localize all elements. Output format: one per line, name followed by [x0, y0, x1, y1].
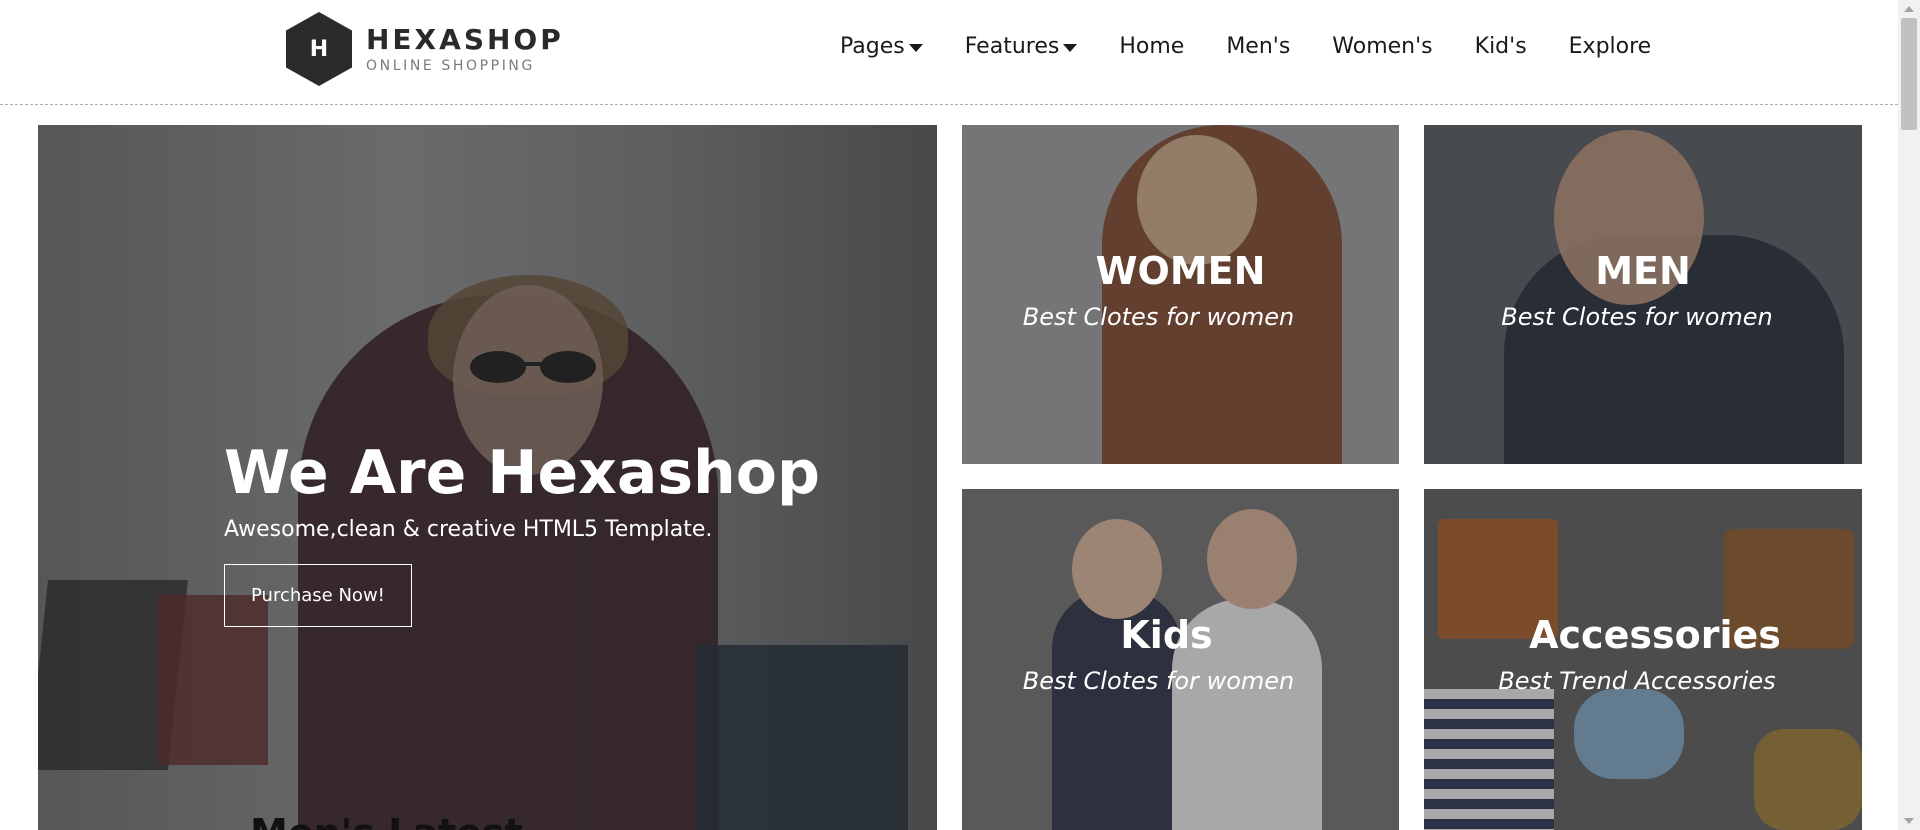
tile-overlay: [1424, 125, 1862, 464]
nav-item-mens[interactable]: Men's: [1226, 34, 1290, 59]
brand-name: HEXASHOP: [366, 23, 564, 56]
nav-item-womens[interactable]: Women's: [1332, 34, 1432, 59]
hero-title: We Are Hexashop: [224, 438, 820, 508]
nav-item-home[interactable]: Home: [1119, 34, 1184, 59]
tile-subtitle: Best Clotes for women: [1022, 667, 1295, 695]
tile-title: Accessories: [1529, 613, 1781, 657]
category-tile-men[interactable]: MEN Best Clotes for women: [1424, 125, 1862, 464]
nav-item-kids[interactable]: Kid's: [1475, 34, 1527, 59]
nav-label: Pages: [840, 34, 905, 59]
nav-item-features[interactable]: Features: [965, 34, 1078, 59]
hero-banner: We Are Hexashop Awesome,clean & creative…: [38, 125, 937, 830]
category-tile-accessories[interactable]: Accessories Best Trend Accessories: [1424, 489, 1862, 830]
scrollbar-thumb[interactable]: [1901, 18, 1917, 130]
scroll-down-arrow-icon[interactable]: [1904, 818, 1914, 824]
nav-label: Home: [1119, 34, 1185, 59]
nav-label: Kid's: [1474, 34, 1527, 59]
category-tile-kids[interactable]: Kids Best Clotes for women: [962, 489, 1399, 830]
page-scrollbar[interactable]: [1898, 0, 1920, 830]
nav-label: Women's: [1332, 34, 1433, 59]
tile-subtitle: Best Clotes for women: [1022, 303, 1295, 331]
tile-overlay: [962, 489, 1399, 830]
scroll-up-arrow-icon[interactable]: [1904, 6, 1914, 12]
logo[interactable]: H HEXASHOP ONLINE SHOPPING: [286, 12, 564, 86]
site-header: H HEXASHOP ONLINE SHOPPING Pages Feature…: [0, 0, 1898, 105]
nav-label: Explore: [1568, 34, 1652, 59]
tile-title: Kids: [1120, 613, 1213, 657]
brand-tagline: ONLINE SHOPPING: [366, 58, 535, 74]
section-heading-peek: Men's Latest: [250, 811, 523, 830]
nav-item-explore[interactable]: Explore: [1569, 34, 1652, 59]
tile-overlay: [962, 125, 1399, 464]
logo-letter: H: [309, 36, 329, 62]
nav-label: Features: [964, 34, 1060, 59]
caret-down-icon: [1063, 43, 1078, 52]
purchase-now-button[interactable]: Purchase Now!: [224, 564, 412, 627]
hexagon-logo-icon: H: [286, 12, 352, 86]
nav-item-pages[interactable]: Pages: [840, 34, 923, 59]
nav-label: Men's: [1226, 34, 1291, 59]
tile-subtitle: Best Trend Accessories: [1498, 667, 1776, 695]
tile-title: WOMEN: [1095, 249, 1266, 293]
tile-subtitle: Best Clotes for women: [1501, 303, 1773, 331]
main-nav: Pages Features Home Men's Women's Kid's …: [840, 34, 1693, 59]
category-tile-women[interactable]: WOMEN Best Clotes for women: [962, 125, 1399, 464]
hero-subtitle: Awesome,clean & creative HTML5 Template.: [224, 517, 713, 542]
hero-content: We Are Hexashop Awesome,clean & creative…: [224, 437, 820, 627]
tile-overlay: [1424, 489, 1862, 830]
caret-down-icon: [908, 43, 923, 52]
tile-title: MEN: [1595, 249, 1691, 293]
